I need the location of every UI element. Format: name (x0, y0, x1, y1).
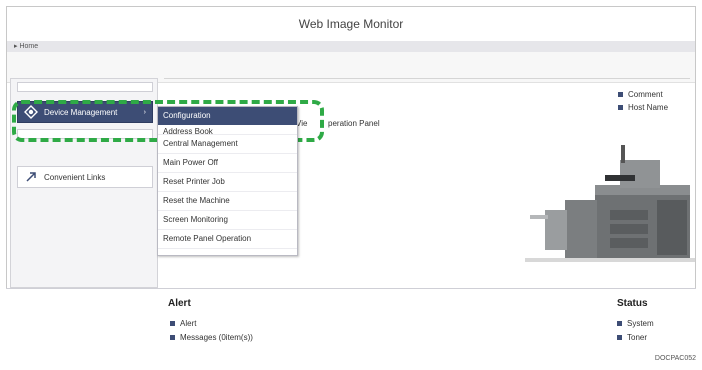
link-arrow-icon (24, 170, 38, 184)
link-comment[interactable]: Comment (618, 88, 668, 101)
alert-list: Alert Messages (0item(s)) (170, 316, 253, 344)
bullet-icon (618, 92, 623, 97)
status-heading: Status (617, 298, 648, 309)
bullet-icon (618, 105, 623, 110)
menu-item-configuration[interactable]: Configuration (158, 107, 297, 125)
device-management-menu: Configuration Address Book Central Manag… (157, 106, 298, 256)
links-list: Comment Host Name (618, 88, 668, 114)
link-host-name[interactable]: Host Name (618, 101, 668, 114)
breadcrumb[interactable]: ▸ Home (7, 41, 695, 52)
app-title: Web Image Monitor (7, 7, 695, 42)
menu-item-central-management[interactable]: Central Management (158, 135, 297, 154)
menu-item-reset-printer-job[interactable]: Reset Printer Job (158, 173, 297, 192)
bullet-icon (170, 320, 175, 326)
sidebar-item-home[interactable] (17, 82, 153, 92)
messages-item[interactable]: Messages (0item(s)) (170, 330, 253, 344)
alert-heading: Alert (168, 298, 191, 309)
menu-item-remote-panel-operation[interactable]: Remote Panel Operation (158, 230, 297, 249)
menu-item-address-book[interactable]: Address Book (158, 125, 297, 135)
menu-item-main-power-off[interactable]: Main Power Off (158, 154, 297, 173)
bullet-icon (617, 320, 622, 326)
status-list: System Toner (617, 316, 654, 344)
menu-item-screen-monitoring[interactable]: Screen Monitoring (158, 211, 297, 230)
figure-code: DOCPAC052 (654, 355, 696, 362)
menu-item-reset-the-machine[interactable]: Reset the Machine (158, 192, 297, 211)
bullet-icon (170, 334, 175, 340)
sidebar-item-convenient-links[interactable]: Convenient Links (17, 166, 153, 188)
alert-item[interactable]: Alert (170, 316, 253, 330)
breadcrumb-home[interactable]: Home (19, 43, 38, 50)
panel-text-right: peration Panel (328, 119, 380, 128)
printer-image (525, 145, 695, 262)
status-toner[interactable]: Toner (617, 330, 654, 344)
sidebar-item-label: Convenient Links (44, 172, 106, 182)
bottom-section (6, 288, 696, 347)
status-system[interactable]: System (617, 316, 654, 330)
bullet-icon (617, 334, 622, 340)
